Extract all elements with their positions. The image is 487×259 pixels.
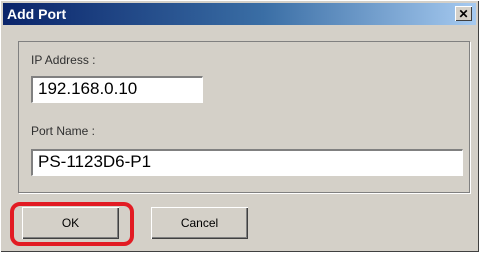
ip-address-field[interactable]: 192.168.0.10 [31, 76, 203, 103]
cancel-button[interactable]: Cancel [151, 207, 248, 239]
port-settings-group: IP Address : 192.168.0.10 Port Name : PS… [18, 41, 470, 193]
port-name-field[interactable]: PS-1123D6-P1 [31, 149, 463, 176]
dialog-title: Add Port [7, 6, 67, 22]
title-bar[interactable]: Add Port ✕ [3, 3, 476, 25]
close-icon[interactable]: ✕ [455, 6, 472, 21]
ip-address-label: IP Address : [31, 53, 96, 67]
port-name-label: Port Name : [31, 124, 96, 138]
ok-highlight-annotation [10, 202, 134, 246]
